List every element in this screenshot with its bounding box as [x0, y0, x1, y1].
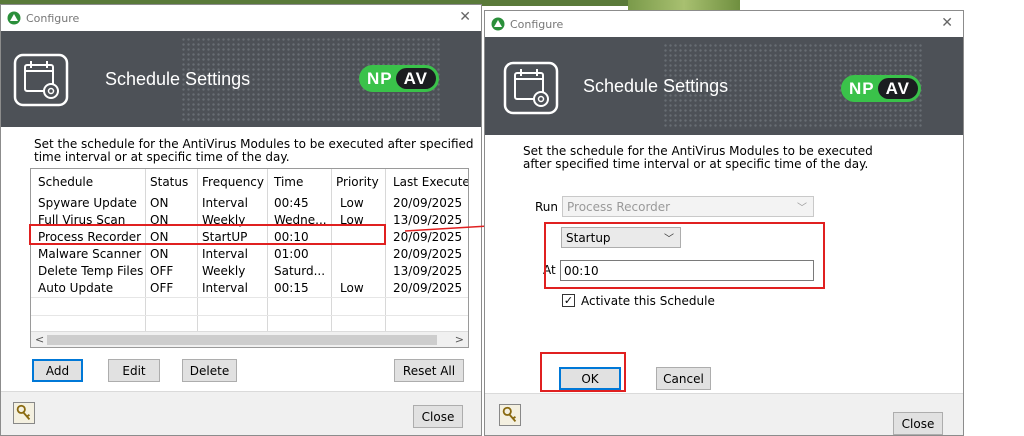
logo-av: AV: [395, 68, 436, 89]
logo-np: NP: [367, 68, 393, 88]
calendar-gear-icon: [503, 61, 559, 115]
column-header-schedule[interactable]: Schedule: [38, 176, 93, 189]
column-header-time[interactable]: Time: [274, 176, 303, 189]
npav-app-icon: [7, 11, 21, 25]
run-module-dropdown[interactable]: Process Recorder ﹀: [562, 196, 814, 217]
run-label: Run: [535, 200, 559, 214]
key-icon[interactable]: [499, 404, 521, 426]
header-banner: Schedule Settings NP AV: [1, 31, 481, 127]
close-window-icon[interactable]: ✕: [459, 9, 471, 25]
calendar-gear-icon: [13, 53, 69, 107]
horizontal-scrollbar[interactable]: < >: [31, 331, 468, 347]
activate-schedule-checkbox[interactable]: ✓: [562, 294, 575, 307]
cell-status: OFF: [150, 281, 174, 295]
npav-logo: NP AV: [359, 65, 439, 92]
close-window-icon[interactable]: ✕: [941, 15, 953, 31]
scroll-left-icon[interactable]: <: [35, 333, 44, 346]
key-icon[interactable]: [13, 402, 35, 424]
highlight-ok-button: [540, 352, 626, 392]
reset-all-button[interactable]: Reset All: [394, 359, 464, 382]
description-text: Set the schedule for the AntiVirus Modul…: [523, 144, 873, 171]
table-row[interactable]: Auto Update OFF Interval 00:15 Low 20/09…: [31, 280, 468, 297]
scroll-right-icon[interactable]: >: [455, 333, 464, 346]
cell-schedule: Spyware Update: [38, 196, 137, 210]
activate-schedule-label: Activate this Schedule: [581, 294, 715, 308]
table-header-row: Schedule Status Frequency Time Priority …: [31, 169, 468, 195]
cell-frequency: Interval: [202, 281, 248, 295]
cell-frequency: Interval: [202, 247, 248, 261]
add-button[interactable]: Add: [32, 359, 83, 382]
cell-status: OFF: [150, 264, 174, 278]
window-title: Configure: [26, 11, 80, 25]
header-banner: Schedule Settings NP AV: [485, 37, 963, 135]
bottom-bar: Close: [485, 393, 963, 435]
cell-last-execute: 20/09/2025: [393, 281, 463, 295]
logo-np: NP: [849, 78, 875, 98]
cell-frequency: Interval: [202, 196, 248, 210]
close-button[interactable]: Close: [413, 405, 463, 428]
logo-av: AV: [877, 78, 918, 99]
cell-priority: Low: [340, 281, 364, 295]
table-row[interactable]: Spyware Update ON Interval 00:45 Low 20/…: [31, 195, 468, 212]
banner-title: Schedule Settings: [583, 76, 729, 96]
table-row[interactable]: Delete Temp Files OFF Weekly Saturd... 1…: [31, 263, 468, 280]
cell-schedule: Auto Update: [38, 281, 114, 295]
highlight-frequency-time-group: [544, 222, 825, 289]
cell-priority: Low: [340, 196, 364, 210]
title-bar: Configure ✕: [485, 11, 963, 37]
table-row[interactable]: Malware Scanner ON Interval 01:00 20/09/…: [31, 246, 468, 263]
scrollbar-thumb[interactable]: [47, 335, 437, 345]
column-header-last-execute[interactable]: Last Execute: [393, 176, 468, 189]
run-module-value: Process Recorder: [567, 199, 671, 214]
delete-button[interactable]: Delete: [182, 359, 237, 382]
cell-last-execute: 20/09/2025: [393, 247, 463, 261]
cancel-button[interactable]: Cancel: [656, 367, 711, 390]
npav-logo: NP AV: [841, 75, 921, 102]
cell-last-execute: 20/09/2025: [393, 196, 463, 210]
npav-app-icon: [491, 17, 505, 31]
highlight-process-recorder-row: [29, 224, 386, 245]
title-bar: Configure ✕: [1, 5, 481, 31]
cell-time: Saturd...: [274, 264, 326, 278]
cell-frequency: Weekly: [202, 264, 246, 278]
cell-status: ON: [150, 196, 169, 210]
cell-time: 01:00: [274, 247, 309, 261]
schedule-table[interactable]: Schedule Status Frequency Time Priority …: [30, 168, 469, 348]
column-header-priority[interactable]: Priority: [336, 176, 379, 189]
cell-time: 00:15: [274, 281, 309, 295]
column-header-frequency[interactable]: Frequency: [202, 176, 264, 189]
description-text: Set the schedule for the AntiVirus Modul…: [34, 137, 474, 164]
cell-time: 00:45: [274, 196, 309, 210]
column-header-status[interactable]: Status: [150, 176, 188, 189]
cell-schedule: Delete Temp Files: [38, 264, 144, 278]
bottom-bar: Close: [1, 391, 481, 435]
cell-last-execute: 13/09/2025: [393, 264, 463, 278]
chevron-down-icon: ﹀: [797, 203, 807, 214]
edit-button[interactable]: Edit: [108, 359, 160, 382]
cell-schedule: Malware Scanner: [38, 247, 142, 261]
close-button[interactable]: Close: [893, 412, 943, 435]
banner-title: Schedule Settings: [105, 69, 251, 89]
window-title: Configure: [510, 17, 564, 31]
cell-status: ON: [150, 247, 169, 261]
